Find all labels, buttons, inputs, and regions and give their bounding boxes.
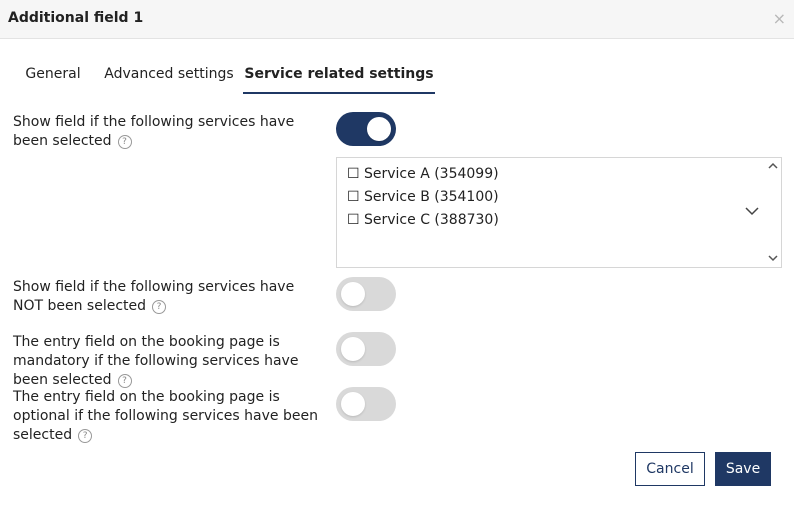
- tab-advanced-settings[interactable]: Advanced settings: [100, 56, 238, 92]
- help-icon[interactable]: ?: [152, 300, 167, 314]
- toggle-knob: [341, 282, 365, 306]
- service-option[interactable]: ☐ Service A (354099): [347, 166, 499, 182]
- tab-service-related-settings[interactable]: Service related settings: [243, 56, 435, 94]
- dialog-header: Additional field 1 ×: [0, 0, 794, 39]
- close-icon[interactable]: ×: [773, 9, 786, 28]
- toggle-mandatory-if-selected[interactable]: [336, 332, 396, 366]
- save-button[interactable]: Save: [715, 452, 771, 486]
- toggle-knob: [367, 117, 391, 141]
- help-icon[interactable]: ?: [78, 429, 93, 443]
- chevron-down-icon[interactable]: [745, 204, 759, 220]
- setting-text: The entry field on the booking page is m…: [13, 334, 299, 388]
- dialog-title: Additional field 1: [8, 10, 144, 26]
- setting-label-mandatory-if-selected: The entry field on the booking page is m…: [13, 333, 323, 390]
- help-icon[interactable]: ?: [117, 135, 132, 149]
- setting-label-show-if-not-selected: Show field if the following services hav…: [13, 278, 323, 316]
- toggle-show-if-not-selected[interactable]: [336, 277, 396, 311]
- scroll-up-icon[interactable]: [768, 160, 778, 173]
- cancel-button[interactable]: Cancel: [635, 452, 705, 486]
- scroll-down-icon[interactable]: [768, 252, 778, 265]
- toggle-show-if-selected[interactable]: [336, 112, 396, 146]
- setting-text: The entry field on the booking page is o…: [13, 389, 318, 443]
- service-option[interactable]: ☐ Service C (388730): [347, 212, 499, 228]
- setting-text: Show field if the following services hav…: [13, 114, 295, 149]
- help-icon[interactable]: ?: [117, 374, 132, 388]
- services-listbox[interactable]: ☐ Service A (354099) ☐ Service B (354100…: [336, 157, 782, 268]
- toggle-knob: [341, 337, 365, 361]
- setting-label-show-if-selected: Show field if the following services hav…: [13, 113, 323, 151]
- toggle-optional-if-selected[interactable]: [336, 387, 396, 421]
- service-option[interactable]: ☐ Service B (354100): [347, 189, 499, 205]
- setting-label-optional-if-selected: The entry field on the booking page is o…: [13, 388, 323, 445]
- toggle-knob: [341, 392, 365, 416]
- tab-bar: General Advanced settings Service relate…: [0, 56, 794, 94]
- tab-general[interactable]: General: [16, 56, 90, 92]
